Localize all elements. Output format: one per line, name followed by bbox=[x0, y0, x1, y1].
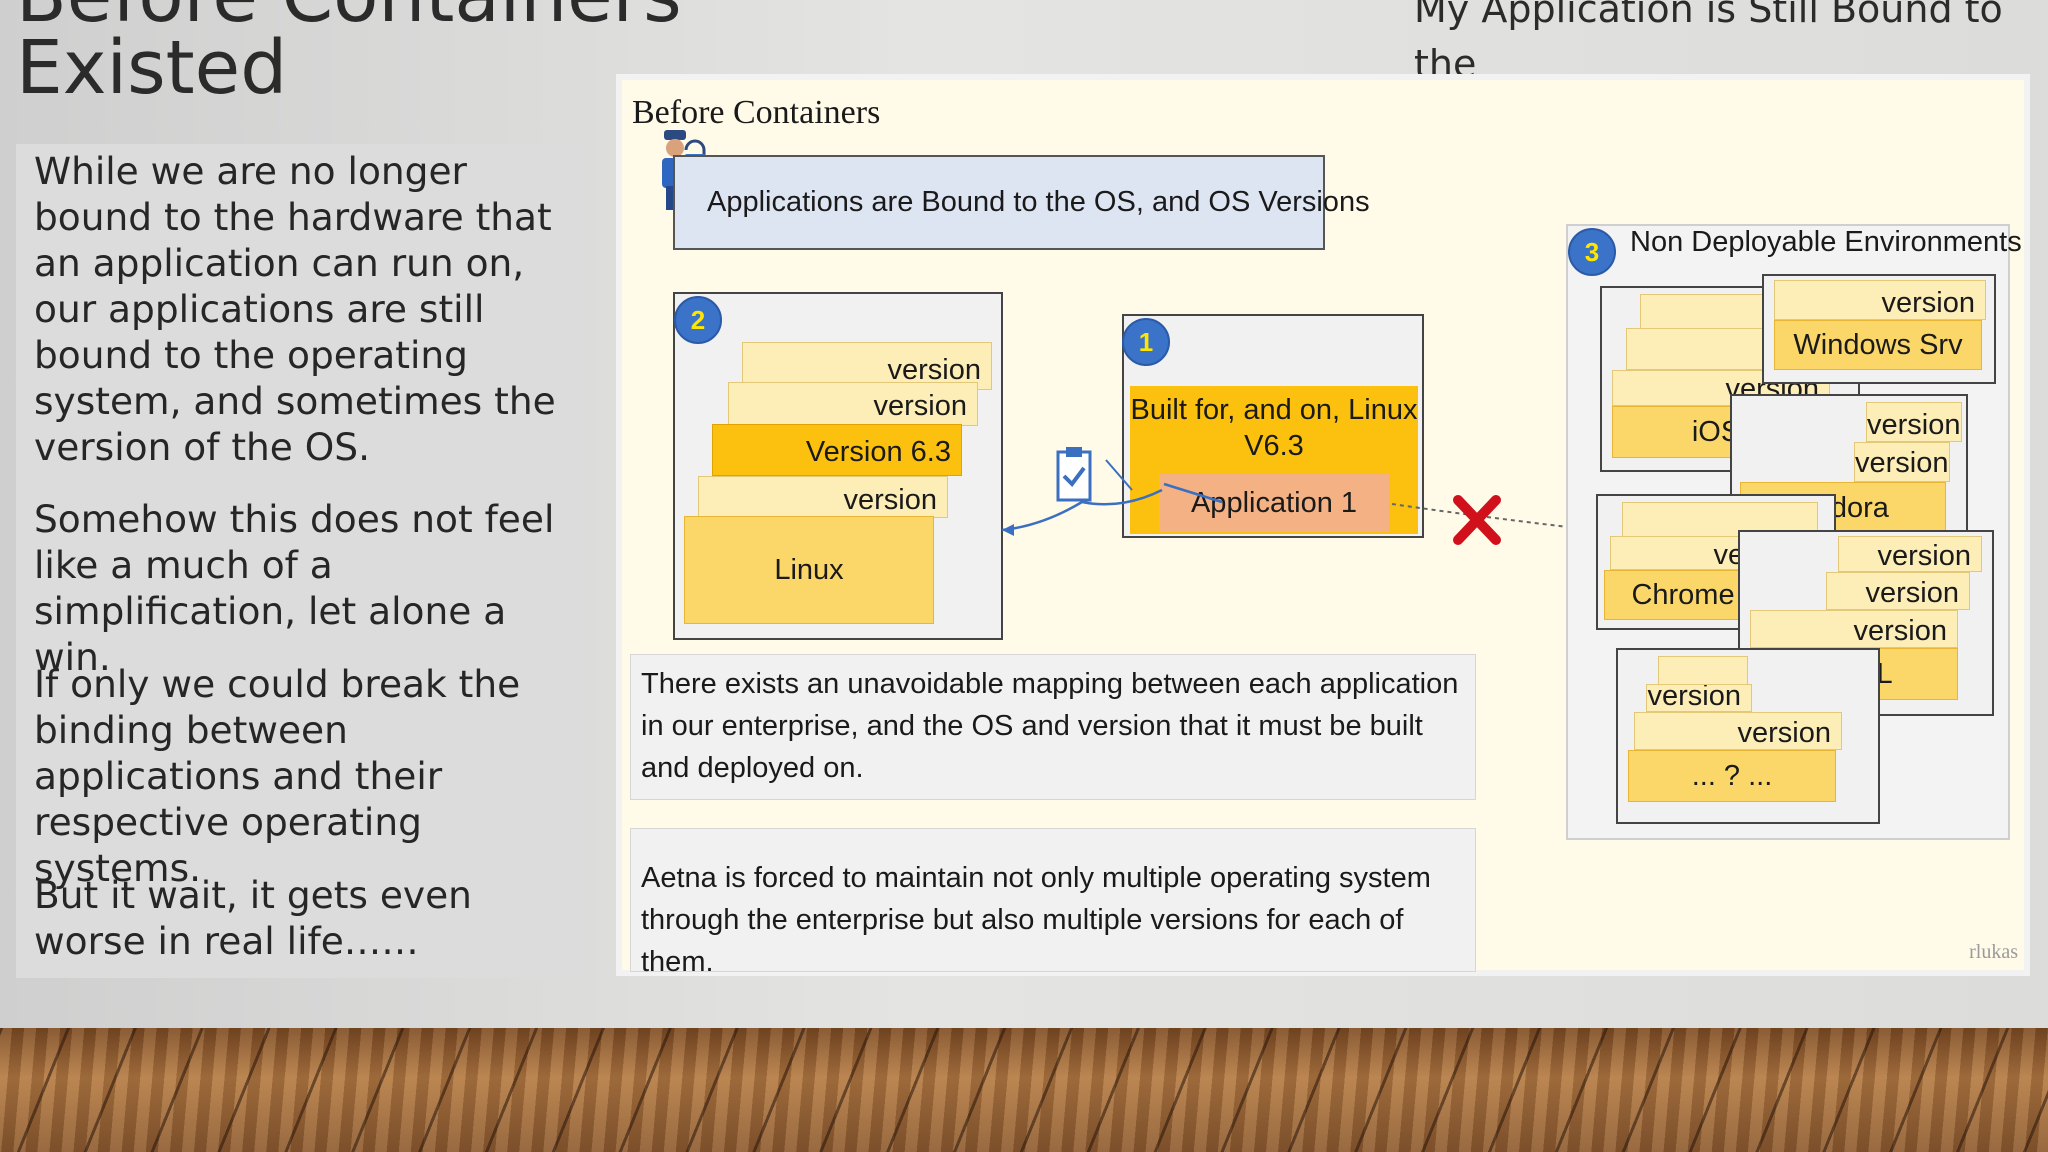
linux-base-card: Linux bbox=[684, 516, 934, 624]
badge-3: 3 bbox=[1568, 228, 1616, 276]
paragraph-3: If only we could break the binding betwe… bbox=[34, 662, 521, 890]
mapping-note: There exists an unavoidable mapping betw… bbox=[630, 654, 1476, 800]
windows-version-card: version bbox=[1774, 280, 1986, 320]
binding-banner: Applications are Bound to the OS, and OS… bbox=[673, 155, 1370, 250]
paragraph-4: But it wait, it gets even worse in real … bbox=[34, 873, 472, 963]
rhel-version-card: version bbox=[1838, 536, 1982, 572]
paragraph-2: Somehow this does not feel like a much o… bbox=[34, 497, 555, 679]
diagram-title: Before Containers bbox=[632, 94, 881, 131]
author-watermark: rlukas bbox=[1969, 941, 2018, 963]
linux-version-card: version bbox=[698, 476, 948, 518]
linux-version-card: version bbox=[728, 382, 978, 426]
body-text-panel: While we are no longer bound to the hard… bbox=[16, 144, 580, 978]
diagram-panel: Before Containers Applications are Bound… bbox=[616, 74, 2030, 978]
badge-2: 2 bbox=[674, 296, 722, 344]
nde-title: Non Deployable Environments bbox=[1630, 226, 2022, 258]
linux-version-6-3-card: Version 6.3 bbox=[712, 424, 962, 476]
maintenance-note: Aetna is forced to maintain not only mul… bbox=[630, 828, 1476, 978]
cross-icon bbox=[1453, 495, 1501, 545]
rhel-version-card: version bbox=[1750, 610, 1958, 648]
wood-floor-background bbox=[0, 1028, 2048, 1152]
fedora-version-card: version bbox=[1854, 442, 1950, 482]
badge-1: 1 bbox=[1122, 318, 1170, 366]
checklist-icon bbox=[1056, 447, 1092, 502]
fedora-version-card: version bbox=[1866, 402, 1962, 442]
slide-title-line2: Existed bbox=[16, 25, 288, 111]
rhel-version-card: version bbox=[1826, 572, 1970, 610]
paragraph-1: While we are no longer bound to the hard… bbox=[34, 149, 556, 469]
slide-title: Before Containers Existed bbox=[16, 0, 682, 111]
unknown-version-card: version bbox=[1634, 712, 1842, 750]
unknown-os-card: ... ? ... bbox=[1628, 750, 1836, 802]
built-for-line1: Built for, and on, Linux bbox=[1130, 394, 1418, 426]
windows-card: Windows Srv bbox=[1774, 320, 1982, 370]
unknown-version-card-partial: version bbox=[1646, 684, 1752, 712]
